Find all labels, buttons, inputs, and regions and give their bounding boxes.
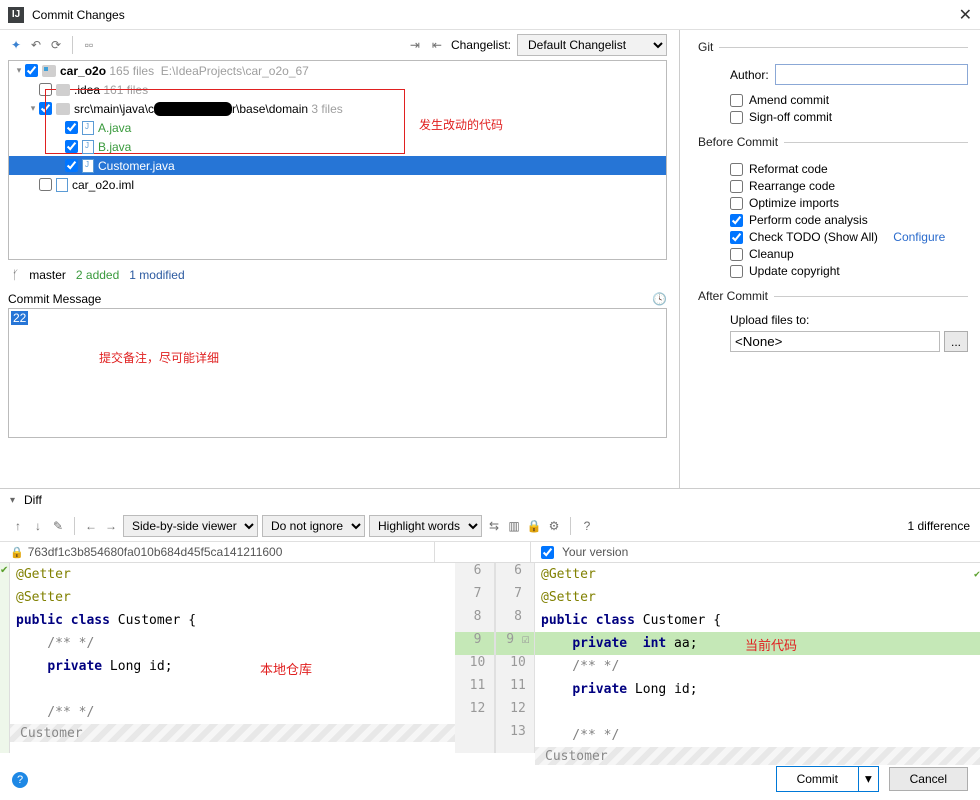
- help-icon[interactable]: ?: [12, 772, 28, 788]
- signoff-checkbox[interactable]: [730, 111, 743, 124]
- annotation-commit-note: 提交备注，尽可能详细: [99, 349, 219, 366]
- annotation-changed: 发生改动的代码: [419, 116, 503, 133]
- analysis-checkbox[interactable]: [730, 214, 743, 227]
- prev-diff-icon[interactable]: ↑: [10, 518, 26, 534]
- commit-dropdown[interactable]: ▾: [859, 766, 879, 792]
- diff-label: Diff: [24, 493, 42, 507]
- app-icon: IJ: [8, 7, 24, 23]
- author-input[interactable]: [775, 64, 968, 85]
- help-diff-icon[interactable]: ?: [579, 518, 595, 534]
- arrow-right-icon[interactable]: →: [103, 518, 119, 534]
- upload-label: Upload files to:: [730, 313, 968, 327]
- after-legend: After Commit: [698, 289, 774, 303]
- reformat-checkbox[interactable]: [730, 163, 743, 176]
- lock-icon[interactable]: 🔒: [526, 518, 542, 534]
- arrow-left-icon[interactable]: ←: [83, 518, 99, 534]
- author-label: Author:: [730, 68, 769, 82]
- right-code-pane[interactable]: @Getter @Setter public class Customer { …: [535, 563, 980, 753]
- left-code-pane[interactable]: @Getter @Setter public class Customer { …: [10, 563, 455, 753]
- diff-count: 1 difference: [908, 519, 971, 533]
- highlight-select[interactable]: Highlight words: [369, 515, 482, 537]
- group-icon[interactable]: ▫▫: [81, 37, 97, 53]
- close-icon[interactable]: ✕: [959, 5, 972, 25]
- annotation-current-code: 当前代码: [745, 635, 797, 658]
- ignore-select[interactable]: Do not ignore: [262, 515, 365, 537]
- status-added: 2 added: [76, 268, 119, 282]
- changelist-select[interactable]: Default Changelist: [517, 34, 667, 56]
- changes-tree[interactable]: ▾car_o2o 165 files E:\IdeaProjects\car_o…: [8, 60, 667, 260]
- annotation-local-repo: 本地仓库: [260, 659, 312, 682]
- edit-icon[interactable]: ✎: [50, 518, 66, 534]
- tree-file-customer[interactable]: Customer.java: [9, 156, 666, 175]
- collapse-diff-icon[interactable]: ⇆: [486, 518, 502, 534]
- cleanup-checkbox[interactable]: [730, 248, 743, 261]
- before-legend: Before Commit: [698, 135, 784, 149]
- todo-checkbox[interactable]: [730, 231, 743, 244]
- sync-scroll-icon[interactable]: ▥: [506, 518, 522, 534]
- amend-checkbox[interactable]: [730, 94, 743, 107]
- git-legend: Git: [698, 40, 719, 54]
- right-label: Your version: [562, 545, 628, 559]
- your-version-checkbox[interactable]: [541, 546, 554, 559]
- tree-root[interactable]: ▾car_o2o 165 files E:\IdeaProjects\car_o…: [9, 61, 666, 80]
- upload-select[interactable]: [730, 331, 940, 352]
- collapse-icon[interactable]: ⇤: [429, 37, 445, 53]
- refresh-icon[interactable]: ✦: [8, 37, 24, 53]
- revert-icon[interactable]: ⟳: [48, 37, 64, 53]
- commit-message-input[interactable]: 22 提交备注，尽可能详细: [8, 308, 667, 438]
- optimize-checkbox[interactable]: [730, 197, 743, 210]
- viewer-select[interactable]: Side-by-side viewer: [123, 515, 258, 537]
- status-modified: 1 modified: [129, 268, 184, 282]
- branch-name: master: [29, 268, 66, 282]
- commit-message-label: Commit Message: [8, 292, 101, 306]
- commit-button[interactable]: Commit: [776, 766, 859, 792]
- undo-icon[interactable]: ↶: [28, 37, 44, 53]
- copyright-checkbox[interactable]: [730, 265, 743, 278]
- gear-icon[interactable]: ⚙: [546, 518, 562, 534]
- fold-indicator[interactable]: Customer: [10, 724, 455, 742]
- upload-more-button[interactable]: ...: [944, 331, 968, 352]
- changelist-label: Changelist:: [451, 38, 511, 52]
- left-revision: 763df1c3b854680fa010b684d45f5ca141211600: [28, 545, 283, 559]
- tree-iml[interactable]: car_o2o.iml: [9, 175, 666, 194]
- expand-icon[interactable]: ⇥: [407, 37, 423, 53]
- branch-icon: ᚶ: [12, 268, 19, 282]
- window-title: Commit Changes: [32, 8, 125, 22]
- rearrange-checkbox[interactable]: [730, 180, 743, 193]
- lock-small-icon: 🔒: [10, 546, 24, 559]
- next-diff-icon[interactable]: ↓: [30, 518, 46, 534]
- configure-link[interactable]: Configure: [893, 230, 945, 244]
- chevron-down-icon[interactable]: ▾: [10, 495, 24, 506]
- cancel-button[interactable]: Cancel: [889, 767, 968, 791]
- history-icon[interactable]: 🕓: [652, 292, 667, 306]
